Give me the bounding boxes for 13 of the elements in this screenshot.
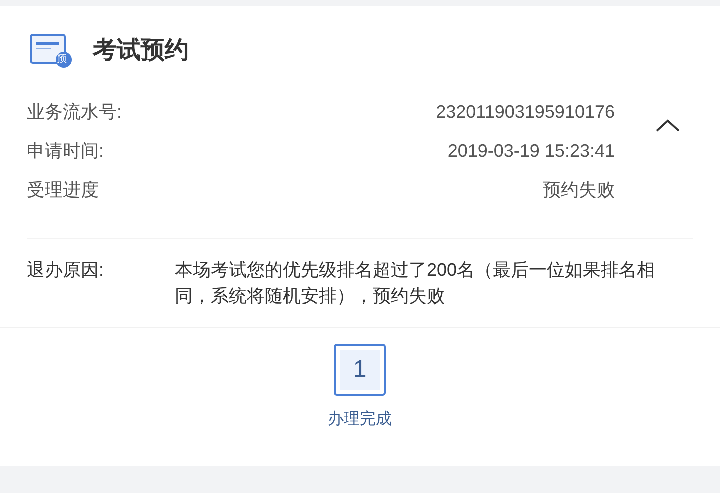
detail-label: 申请时间: [27, 140, 104, 162]
detail-value: 232011903195910176 [436, 100, 615, 124]
detail-label: 受理进度 [27, 178, 99, 202]
reason-label: 退办原因: [27, 259, 106, 282]
card-icon [30, 33, 72, 69]
card-title: 考试预约 [93, 36, 189, 66]
step-number: 1 [353, 355, 367, 385]
detail-value: 2019-03-19 15:23:41 [448, 140, 615, 162]
badge-glyph: 预 [57, 54, 68, 64]
detail-value: 预约失败 [543, 178, 615, 202]
reason-text: 本场考试您的优先级排名超过了200名（最后一位如果排名相同，系统将随机安排），预约失败 [175, 259, 656, 308]
detail-label: 业务流水号: [27, 100, 122, 124]
step-label: 办理完成 [328, 410, 392, 430]
